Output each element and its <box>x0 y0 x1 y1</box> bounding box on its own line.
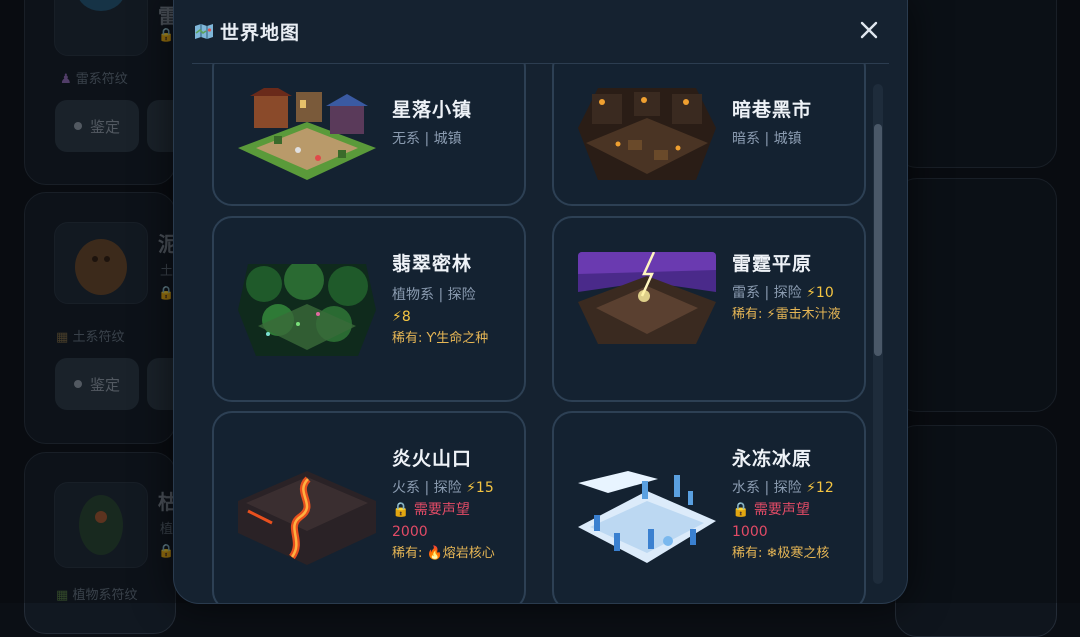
location-card-flame-crater[interactable]: 炎火山口 火系 | 探险 ⚡15 🔒 需要声望 2000 稀有: 🔥熔岩核心 <box>212 411 526 603</box>
location-grid[interactable]: 星落小镇 无系 | 城镇 暗巷黑市 暗系 | 城镇 翡翠密林 植物系 | 探险 … <box>192 64 877 603</box>
location-card-permafrost-plains[interactable]: 永冻冰原 水系 | 探险 ⚡12 🔒 需要声望 1000 稀有: ❄极寒之核 <box>552 411 866 603</box>
energy-cost: ⚡15 <box>466 480 494 496</box>
rare-drop: 稀有: ❄极寒之核 <box>732 543 860 565</box>
location-meta: 火系 | 探险 ⚡15 <box>392 477 520 499</box>
lock-icon: 🔒 <box>392 502 410 518</box>
requirement-label: 需要声望 <box>413 502 470 518</box>
location-image <box>578 88 716 180</box>
energy-cost: ⚡8 <box>392 309 411 325</box>
rare-drop: 稀有: Ƴ生命之种 <box>392 328 520 350</box>
location-info: 永冻冰原 水系 | 探险 ⚡12 🔒 需要声望 1000 稀有: ❄极寒之核 <box>732 447 860 565</box>
scrollbar[interactable] <box>873 84 883 584</box>
reputation-requirement: 🔒 需要声望 1000 <box>732 499 860 543</box>
energy-cost: ⚡12 <box>806 480 834 496</box>
lock-icon: 🔒 <box>732 502 750 518</box>
rare-item: 🔥熔岩核心 <box>426 546 495 561</box>
rare-label: 稀有: <box>732 546 763 561</box>
location-image <box>578 252 716 344</box>
scrollbar-thumb[interactable] <box>874 124 882 356</box>
location-meta: 植物系 | 探险 ⚡8 <box>392 284 520 328</box>
map-icon <box>195 24 213 39</box>
location-name: 炎火山口 <box>392 448 473 470</box>
location-name: 翡翠密林 <box>392 253 473 275</box>
location-image <box>238 471 376 565</box>
location-image <box>238 88 376 180</box>
location-info: 雷霆平原 雷系 | 探险 ⚡10 稀有: ⚡雷击木汁液 <box>732 252 860 326</box>
location-info: 炎火山口 火系 | 探险 ⚡15 🔒 需要声望 2000 稀有: 🔥熔岩核心 <box>392 447 520 565</box>
location-element: 水系 | 探险 <box>732 480 802 496</box>
location-image <box>238 264 376 356</box>
location-name: 雷霆平原 <box>732 253 813 275</box>
rare-item: ❄极寒之核 <box>766 546 830 561</box>
location-meta: 雷系 | 探险 ⚡10 <box>732 282 860 304</box>
world-map-modal: 世界地图 星落小镇 无系 | 城镇 暗巷黑市 暗系 | 城镇 翡翠密林 植物系 … <box>173 0 908 604</box>
location-info: 翡翠密林 植物系 | 探险 ⚡8 稀有: Ƴ生命之种 <box>392 252 520 350</box>
location-card-thunder-plains[interactable]: 雷霆平原 雷系 | 探险 ⚡10 稀有: ⚡雷击木汁液 <box>552 216 866 402</box>
modal-title: 世界地图 <box>220 22 301 44</box>
location-element: 植物系 | 探险 <box>392 287 476 303</box>
rare-label: 稀有: <box>392 546 423 561</box>
rare-item: ⚡雷击木汁液 <box>766 307 841 322</box>
reputation-requirement: 🔒 需要声望 2000 <box>392 499 520 543</box>
modal-header: 世界地图 <box>194 18 300 45</box>
location-card-dark-alley-market[interactable]: 暗巷黑市 暗系 | 城镇 <box>552 64 866 206</box>
location-meta: 暗系 | 城镇 <box>732 131 802 147</box>
rare-item: Ƴ生命之种 <box>426 331 489 346</box>
location-name: 暗巷黑市 <box>732 99 813 121</box>
location-meta: 水系 | 探险 ⚡12 <box>732 477 860 499</box>
location-name: 永冻冰原 <box>732 448 813 470</box>
requirement-label: 需要声望 <box>753 502 810 518</box>
requirement-value: 1000 <box>732 524 768 540</box>
location-name: 星落小镇 <box>392 99 473 121</box>
location-element: 火系 | 探险 <box>392 480 462 496</box>
location-meta: 无系 | 城镇 <box>392 131 462 147</box>
location-image <box>578 471 716 565</box>
energy-cost: ⚡10 <box>806 285 834 301</box>
rare-drop: 稀有: 🔥熔岩核心 <box>392 543 520 565</box>
location-card-starfall-town[interactable]: 星落小镇 无系 | 城镇 <box>212 64 526 206</box>
location-info: 暗巷黑市 暗系 | 城镇 <box>732 98 860 150</box>
requirement-value: 2000 <box>392 524 428 540</box>
location-info: 星落小镇 无系 | 城镇 <box>392 98 520 150</box>
close-icon[interactable] <box>855 16 883 44</box>
rare-drop: 稀有: ⚡雷击木汁液 <box>732 304 844 326</box>
rare-label: 稀有: <box>392 331 423 346</box>
rare-label: 稀有: <box>732 307 763 322</box>
location-element: 雷系 | 探险 <box>732 285 802 301</box>
location-card-emerald-forest[interactable]: 翡翠密林 植物系 | 探险 ⚡8 稀有: Ƴ生命之种 <box>212 216 526 402</box>
